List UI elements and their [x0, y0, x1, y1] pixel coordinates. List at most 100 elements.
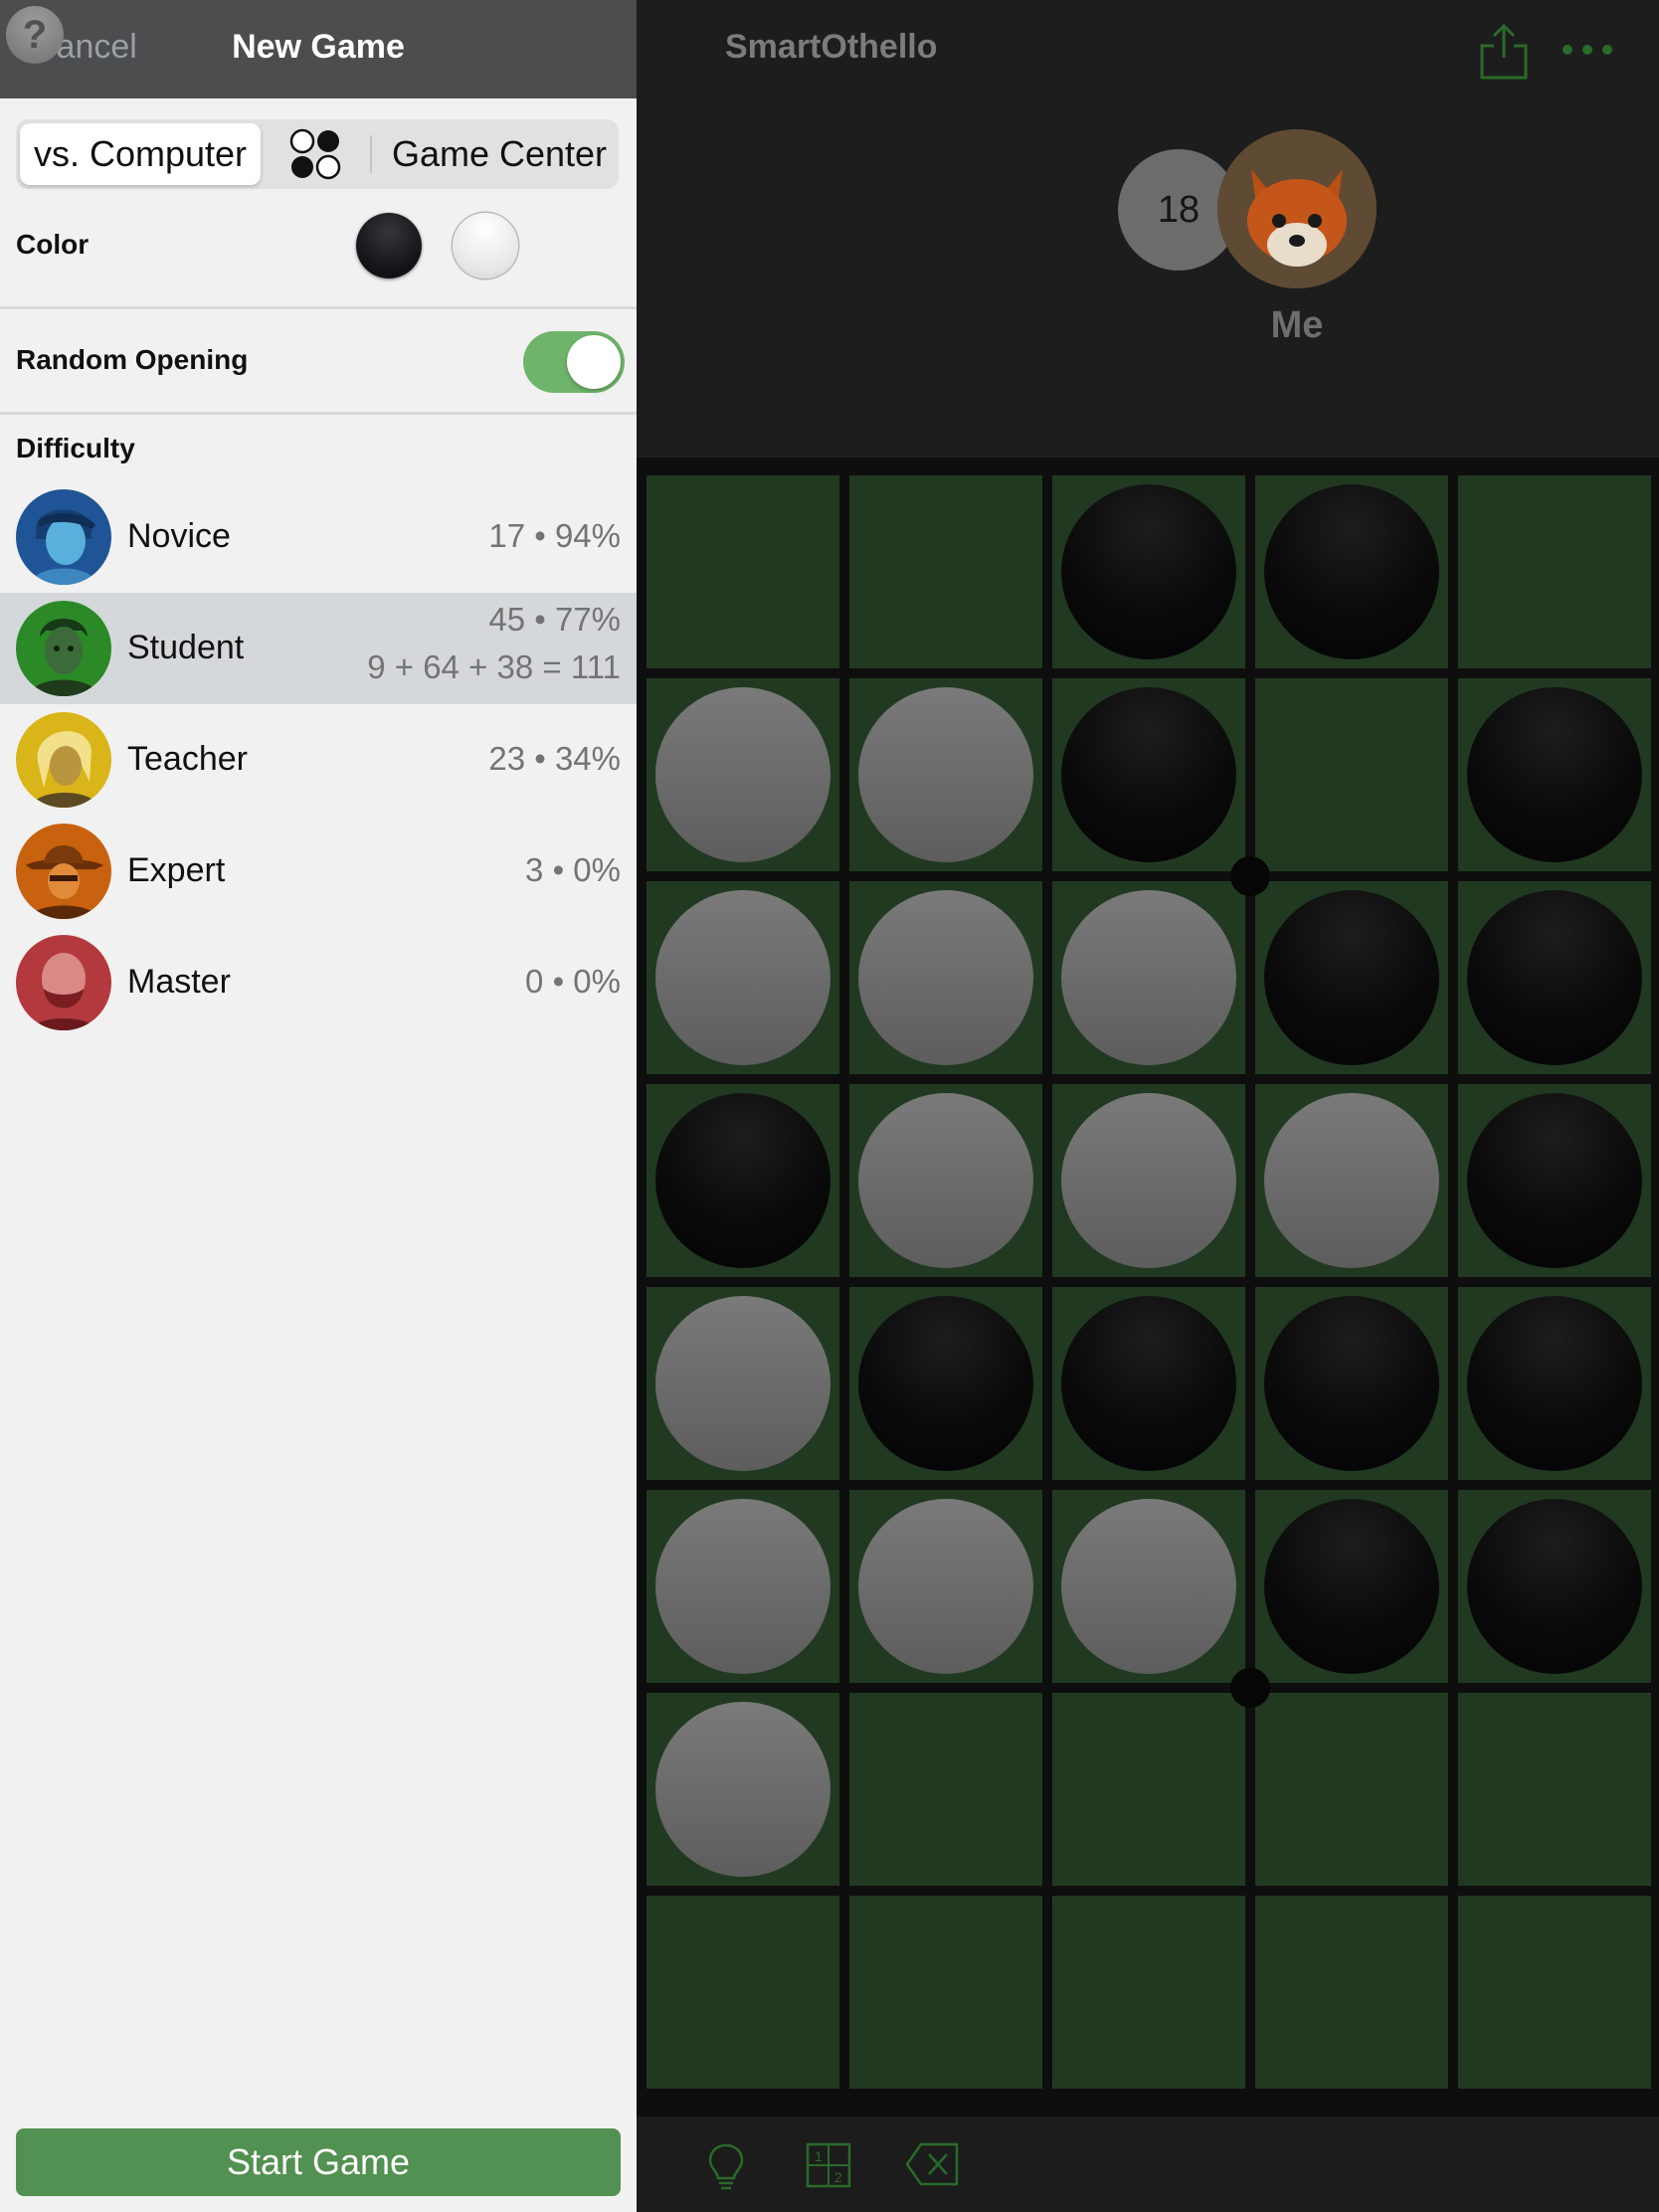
difficulty-name: Student — [127, 629, 245, 666]
start-game-button[interactable]: Start Game — [16, 2128, 621, 2196]
board-cell[interactable] — [646, 1896, 839, 2089]
two-player-discs-icon — [289, 128, 341, 180]
black-disc — [1264, 890, 1439, 1065]
difficulty-score-detail: 9 + 64 + 38 = 111 — [367, 648, 621, 685]
divider — [0, 306, 637, 309]
segment-two-player[interactable] — [284, 127, 346, 181]
white-disc — [1061, 890, 1236, 1065]
difficulty-stats: 0 • 0% — [525, 963, 621, 1000]
black-disc — [1467, 1296, 1642, 1471]
random-opening-label: Random Opening — [16, 344, 249, 375]
nav-bar: New Game Cancel — [0, 0, 637, 98]
black-disc — [858, 1296, 1033, 1471]
difficulty-row-novice[interactable]: Novice 17 • 94% — [0, 481, 637, 593]
board-cell[interactable] — [849, 1896, 1042, 2089]
black-disc — [1467, 890, 1642, 1065]
student-character-icon — [16, 601, 111, 696]
board-star-point — [1230, 856, 1270, 896]
white-disc — [858, 1499, 1033, 1674]
board-cell[interactable] — [1052, 1896, 1245, 2089]
white-disc — [655, 890, 830, 1065]
board-star-point — [1230, 1668, 1270, 1708]
fox-avatar-icon — [1217, 129, 1377, 288]
black-disc — [1467, 687, 1642, 862]
master-avatar — [16, 935, 111, 1030]
black-disc — [1264, 1296, 1439, 1471]
difficulty-row-master[interactable]: Master 0 • 0% — [0, 927, 637, 1038]
bottom-toolbar: 1 2 — [637, 2117, 1659, 2212]
black-disc — [1467, 1499, 1642, 1674]
difficulty-stats: 17 • 94% — [488, 517, 621, 554]
opponent-segmented-control: vs. Computer Game Center — [16, 119, 619, 189]
white-disc — [858, 1093, 1033, 1268]
color-label: Color — [16, 229, 90, 260]
svg-text:1: 1 — [815, 2148, 823, 2164]
difficulty-stats: 3 • 0% — [525, 851, 621, 888]
difficulty-row-expert[interactable]: Expert 3 • 0% — [0, 816, 637, 927]
board-cell[interactable] — [1052, 1693, 1245, 1886]
white-disc — [1061, 1499, 1236, 1674]
board-cell[interactable] — [1458, 1896, 1651, 2089]
teacher-character-icon — [16, 712, 111, 808]
white-disc — [655, 1296, 830, 1471]
hint-bulb-icon[interactable] — [706, 2142, 746, 2190]
color-white-option[interactable] — [453, 213, 518, 278]
new-game-panel: New Game Cancel vs. Computer Game Center… — [0, 0, 637, 2212]
novice-avatar — [16, 489, 111, 585]
share-icon[interactable] — [1476, 22, 1532, 82]
white-disc — [655, 1702, 830, 1877]
random-opening-toggle[interactable] — [523, 331, 625, 393]
othello-board[interactable] — [637, 458, 1659, 2117]
difficulty-name: Expert — [127, 851, 226, 889]
difficulty-name: Teacher — [127, 740, 248, 778]
student-avatar — [16, 601, 111, 696]
more-icon[interactable] — [1556, 30, 1619, 70]
divider — [0, 412, 637, 415]
difficulty-label: Difficulty — [16, 433, 135, 463]
black-disc — [1061, 687, 1236, 862]
expert-avatar — [16, 824, 111, 919]
segment-vs-computer[interactable]: vs. Computer — [20, 123, 261, 185]
novice-character-icon — [16, 489, 111, 585]
white-disc — [655, 1499, 830, 1674]
svg-text:2: 2 — [834, 2169, 842, 2185]
white-disc — [1061, 1093, 1236, 1268]
black-disc — [1264, 484, 1439, 659]
board-cell[interactable] — [1255, 1693, 1448, 1886]
white-disc — [858, 890, 1033, 1065]
toggle-knob — [567, 335, 621, 389]
segment-game-center[interactable]: Game Center — [384, 123, 615, 185]
teacher-avatar — [16, 712, 111, 808]
game-view: SmartOthello 18 Me 1 2 — [637, 0, 1659, 2212]
numbering-icon[interactable]: 1 2 — [806, 2142, 851, 2188]
board-cell[interactable] — [849, 475, 1042, 668]
game-title: SmartOthello — [725, 28, 938, 66]
question-mark-icon: ? — [6, 6, 64, 64]
board-cell[interactable] — [1255, 1896, 1448, 2089]
player-name: Me — [1270, 304, 1324, 346]
color-black-option[interactable] — [356, 213, 422, 278]
white-disc — [655, 687, 830, 862]
board-cell[interactable] — [1458, 475, 1651, 668]
black-disc — [1061, 484, 1236, 659]
difficulty-name: Master — [127, 963, 231, 1001]
expert-character-icon — [16, 824, 111, 919]
difficulty-stats: 23 • 34% — [488, 740, 621, 777]
board-cell[interactable] — [646, 475, 839, 668]
difficulty-row-student[interactable]: Student 45 • 77% 9 + 64 + 38 = 111 — [0, 593, 637, 704]
master-character-icon — [16, 935, 111, 1030]
difficulty-stats: 45 • 77% — [488, 601, 621, 638]
player-avatar — [1217, 129, 1377, 288]
difficulty-name: Novice — [127, 517, 231, 555]
black-disc — [1264, 1499, 1439, 1674]
black-disc — [655, 1093, 830, 1268]
black-disc — [1467, 1093, 1642, 1268]
white-disc — [1264, 1093, 1439, 1268]
difficulty-row-teacher[interactable]: Teacher 23 • 34% — [0, 704, 637, 816]
undo-delete-icon[interactable] — [905, 2142, 959, 2186]
black-disc — [1061, 1296, 1236, 1471]
board-cell[interactable] — [1255, 678, 1448, 871]
segment-divider — [370, 135, 372, 173]
board-cell[interactable] — [849, 1693, 1042, 1886]
board-cell[interactable] — [1458, 1693, 1651, 1886]
